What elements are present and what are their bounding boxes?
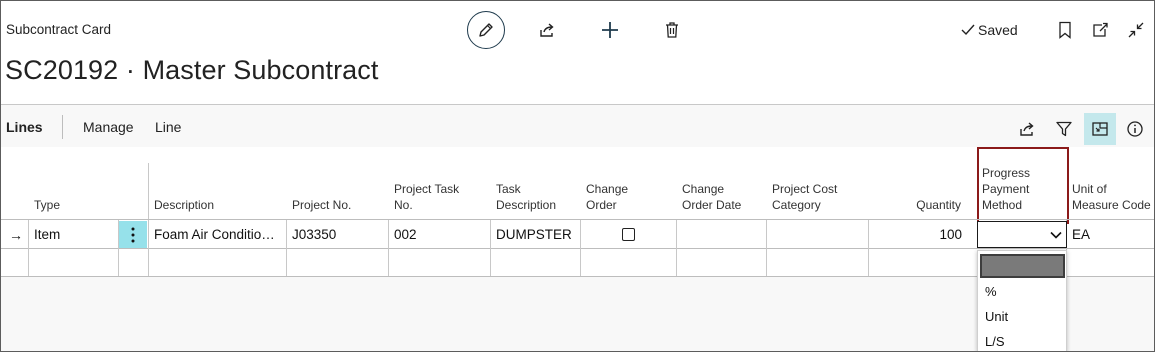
lines-share-button[interactable]	[1011, 113, 1043, 145]
bookmark-icon	[1059, 21, 1071, 39]
cell-divider	[676, 220, 677, 249]
col-project-cost-category-line1: Project Cost	[772, 182, 838, 196]
column-divider	[148, 163, 149, 219]
col-change-order-line2: Order	[586, 198, 617, 212]
chevron-down-icon	[1050, 231, 1062, 239]
col-change-order-date-line1: Change	[682, 182, 725, 196]
col-change-order-date-line2: Order Date	[682, 198, 742, 212]
info-button[interactable]	[1119, 113, 1151, 145]
cell-divider	[286, 249, 287, 276]
share-icon	[1020, 122, 1034, 136]
lines-section: Lines Manage Line Type Description Proje…	[1, 104, 1154, 351]
col-task-description-line1: Task	[496, 182, 521, 196]
change-order-checkbox[interactable]	[622, 228, 635, 241]
divider	[62, 115, 63, 139]
col-project-cost-category-line2: Category	[772, 198, 821, 212]
collapse-icon	[1128, 22, 1144, 38]
saved-label: Saved	[978, 22, 1018, 38]
col-task-description[interactable]: Task Description	[496, 181, 556, 213]
cell-project-cost-category[interactable]	[772, 220, 866, 249]
cell-divider	[286, 220, 287, 249]
page-caption: Subcontract Card	[6, 22, 112, 37]
col-unit-of-measure-code-line2: Measure Code	[1072, 198, 1151, 212]
focus-mode-button[interactable]	[1084, 113, 1116, 145]
row-indicator-icon: →	[9, 226, 23, 243]
cell-task-description[interactable]: DUMPSTER	[496, 220, 580, 249]
delete-button[interactable]	[661, 19, 683, 41]
cell-change-order[interactable]	[581, 220, 676, 249]
info-icon	[1127, 121, 1143, 137]
cell-description[interactable]: Foam Air Conditio…	[154, 220, 284, 249]
col-type[interactable]: Type	[34, 197, 60, 213]
share-icon	[540, 23, 554, 37]
more-options-icon	[131, 227, 135, 242]
cell-divider	[28, 249, 29, 276]
cell-divider	[148, 220, 149, 249]
cell-divider	[118, 249, 119, 276]
table-row[interactable]: → Item Foam Air Conditio… J03350 002 DUM…	[1, 219, 1154, 249]
subcontract-card-page: Subcontract Card SC20192 · Master Subcon…	[0, 0, 1155, 352]
col-quantity[interactable]: Quantity	[881, 197, 961, 213]
cell-divider	[388, 249, 389, 276]
col-task-description-line2: Description	[496, 198, 557, 212]
delete-icon	[666, 22, 678, 38]
cell-divider	[580, 249, 581, 276]
cell-divider	[490, 249, 491, 276]
cell-change-order-date[interactable]	[682, 220, 766, 249]
cell-divider	[766, 249, 767, 276]
dropdown-option-ls[interactable]: L/S	[985, 334, 1005, 349]
lines-title: Lines	[6, 119, 43, 135]
col-project-task-no-line2: No.	[394, 198, 413, 212]
share-button[interactable]	[536, 19, 558, 41]
col-change-order-date[interactable]: Change Order Date	[682, 181, 741, 213]
cell-divider	[490, 220, 491, 249]
dropdown-option-blank[interactable]	[980, 254, 1065, 278]
open-new-window-icon	[1093, 22, 1108, 37]
dropdown-option-unit[interactable]: Unit	[985, 309, 1008, 324]
cell-divider	[28, 220, 29, 249]
col-change-order[interactable]: Change Order	[586, 181, 628, 213]
cell-divider	[868, 220, 869, 249]
cell-quantity[interactable]: 100	[871, 220, 962, 249]
new-button[interactable]	[599, 19, 621, 41]
cell-divider	[766, 220, 767, 249]
col-project-no[interactable]: Project No.	[292, 197, 351, 213]
cell-divider	[148, 249, 149, 276]
edit-button[interactable]	[467, 11, 505, 49]
highlight-box	[977, 147, 1069, 224]
col-change-order-line1: Change	[586, 182, 629, 196]
col-project-cost-category[interactable]: Project Cost Category	[772, 181, 837, 213]
col-project-task-no-line1: Project Task	[394, 182, 460, 196]
row-actions-button[interactable]	[119, 221, 147, 248]
cell-project-no[interactable]: J03350	[292, 220, 386, 249]
menu-line[interactable]: Line	[155, 119, 181, 135]
filter-button[interactable]	[1048, 113, 1080, 145]
progress-payment-method-select[interactable]	[977, 221, 1067, 248]
progress-payment-method-dropdown: % Unit L/S	[977, 250, 1067, 351]
saved-status: Saved	[961, 22, 1018, 38]
bookmark-button[interactable]	[1054, 19, 1076, 41]
cell-divider	[388, 220, 389, 249]
new-icon	[602, 22, 618, 38]
focus-mode-icon	[1092, 122, 1108, 136]
col-unit-of-measure-code[interactable]: Unit of Measure Code	[1072, 181, 1151, 213]
menu-manage[interactable]: Manage	[83, 119, 134, 135]
col-project-task-no[interactable]: Project Task No.	[394, 181, 459, 213]
cell-divider	[868, 249, 869, 276]
cell-project-task-no[interactable]: 002	[394, 220, 488, 249]
page-title: SC20192 · Master Subcontract	[5, 55, 379, 85]
collapse-button[interactable]	[1125, 19, 1147, 41]
dropdown-option-percent[interactable]: %	[985, 284, 997, 299]
edit-icon	[479, 23, 493, 37]
checkmark-icon	[961, 24, 975, 36]
cell-type[interactable]: Item	[34, 220, 116, 249]
filter-icon	[1056, 121, 1072, 137]
cell-divider	[676, 249, 677, 276]
open-new-window-button[interactable]	[1089, 19, 1111, 41]
col-unit-of-measure-code-line1: Unit of	[1072, 182, 1107, 196]
col-description[interactable]: Description	[154, 197, 214, 213]
cell-unit-of-measure-code[interactable]: EA	[1072, 220, 1152, 249]
